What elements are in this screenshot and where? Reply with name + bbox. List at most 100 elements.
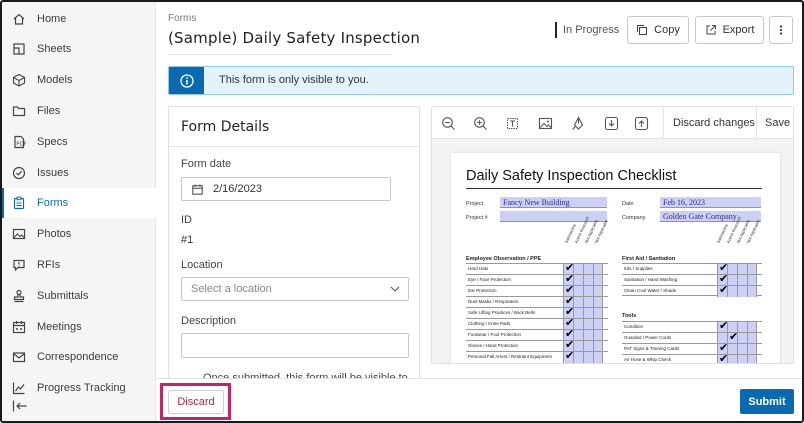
sidebar-item-correspondence[interactable]: Correspondence	[2, 342, 156, 372]
doc-company-label: Company	[622, 215, 646, 221]
checkbox-cell[interactable]	[727, 355, 737, 363]
location-select[interactable]: Select a location	[181, 277, 409, 301]
id-value: #1	[181, 234, 194, 246]
sidebar-item-label: Submittals	[37, 290, 89, 302]
checkbox-cell[interactable]	[747, 355, 757, 363]
save-button[interactable]: Save	[765, 117, 790, 129]
checkbox-cell[interactable]	[737, 355, 747, 363]
doc-date-label: Date	[622, 201, 634, 207]
document-rule	[466, 188, 762, 189]
id-label: ID	[181, 214, 192, 226]
export-button[interactable]: Export	[695, 16, 764, 44]
checkbox-cell[interactable]: ✔	[717, 353, 728, 363]
row-label: Hard Hats	[468, 266, 489, 271]
row-label: Guarded / Power Cords	[624, 335, 672, 340]
discard-changes-button[interactable]: Discard changes	[673, 117, 755, 129]
export-label: Export	[722, 24, 755, 36]
checkbox-cell[interactable]	[737, 286, 747, 297]
sidebar-item-label: Correspondence	[37, 351, 119, 363]
row-label: Clothing / Knee Pads	[468, 321, 511, 326]
table-row: Safe Lifting Practices / Back Belts ✔	[466, 306, 608, 319]
form-date-input[interactable]: 2/16/2023	[181, 177, 391, 201]
copy-button[interactable]: Copy	[627, 16, 689, 44]
description-input[interactable]	[181, 333, 409, 358]
doc-project-label: Project	[466, 201, 484, 207]
sidebar-item-home[interactable]: Home	[2, 4, 156, 34]
table-row: Clean Cool Water / Shade ✔	[622, 284, 762, 297]
zoom-in-icon[interactable]	[468, 111, 492, 135]
sidebar-item-label: Forms	[37, 197, 69, 209]
zoom-out-icon[interactable]	[436, 111, 460, 135]
sidebar-item-models[interactable]: Models	[2, 65, 156, 95]
sidebar-item-photos[interactable]: Photos	[2, 219, 156, 249]
more-options-button[interactable]	[769, 16, 793, 44]
sidebar-item-label: Photos	[37, 228, 72, 240]
chevron-down-icon	[390, 286, 400, 292]
visibility-banner: This form is only visible to you.	[168, 66, 794, 95]
discard-button[interactable]: Discard	[168, 390, 224, 414]
form-date-label: Form date	[181, 158, 232, 170]
row-label: Personal Fall Arrest / Restraint Equipme…	[468, 354, 552, 359]
doc-project-number-field[interactable]	[500, 211, 607, 222]
row-label: Gloves / Hand Protection	[468, 343, 519, 348]
checkbox-cell[interactable]	[727, 286, 737, 297]
sidebar-item-label: Files	[37, 105, 61, 117]
checkbox-cell[interactable]	[583, 352, 593, 363]
upload-icon[interactable]	[629, 111, 653, 135]
table-row: Kits / Supplies ✔	[622, 262, 762, 275]
checkbox-cell[interactable]: ✔	[563, 350, 574, 363]
sidebar-item-label: Issues	[37, 167, 69, 179]
sidebar-item-sheets[interactable]: Sheets	[2, 34, 156, 64]
sidebar-item-specs[interactable]: PDF Specs	[2, 127, 156, 157]
collapse-left-icon[interactable]	[12, 399, 28, 413]
sidebar-item-label: Sheets	[37, 43, 72, 55]
sidebar-item-rfis[interactable]: RFIs	[2, 250, 156, 280]
page-title: (Sample) Daily Safety Inspection	[168, 29, 421, 47]
home-icon	[12, 12, 26, 26]
breadcrumb[interactable]: Forms	[168, 13, 196, 24]
sidebar-item-label: RFIs	[37, 259, 61, 271]
description-label: Description	[181, 315, 237, 327]
table-row: Sanitation / Hand Washing ✔	[622, 273, 762, 286]
table-row: Ear Protection ✔	[466, 284, 608, 297]
doc-date-field[interactable]: Feb 16, 2023	[660, 197, 761, 208]
checkbox-cell[interactable]	[593, 352, 603, 363]
doc-project-number-label: Project #	[466, 215, 488, 221]
photo-icon	[12, 227, 26, 241]
doc-project-field[interactable]: Fancy New Building	[500, 197, 607, 208]
checkbox-cell[interactable]: ✔	[717, 284, 728, 297]
image-icon[interactable]	[533, 111, 557, 135]
download-icon[interactable]	[599, 111, 623, 135]
copy-label: Copy	[654, 24, 680, 36]
table-row: Clothing / Knee Pads ✔	[466, 317, 608, 330]
sidebar-item-submittals[interactable]: Submittals	[2, 281, 156, 311]
table-row: Air Hose & Whip Check ✔	[622, 353, 762, 363]
checkbox-cell[interactable]	[747, 286, 757, 297]
sidebar-item-issues[interactable]: Issues	[2, 158, 156, 188]
sidebar: Home Sheets Models Files PDF Specs Issue…	[2, 2, 156, 421]
sidebar-item-meetings[interactable]: Meetings	[2, 312, 156, 342]
table-row: Hard Hats ✔	[466, 262, 608, 275]
location-label: Location	[181, 259, 223, 271]
sidebar-item-label: Models	[37, 74, 73, 86]
location-placeholder: Select a location	[191, 283, 272, 295]
export-icon	[706, 25, 716, 35]
row-label: Kits / Supplies	[624, 266, 653, 271]
text-box-icon[interactable]	[500, 111, 524, 135]
form-date-value: 2/16/2023	[213, 183, 262, 195]
table-row: Personal Fall Arrest / Restraint Equipme…	[466, 350, 608, 363]
sidebar-item-forms[interactable]: Forms	[2, 188, 156, 218]
submit-button[interactable]: Submit	[740, 389, 794, 414]
checkbox-cell[interactable]	[573, 352, 583, 363]
pdf-viewer: Discard changes Save Daily Safety Inspec…	[431, 106, 794, 364]
sidebar-item-label: Progress Tracking	[37, 382, 126, 394]
table-row: Dust Masks / Respirators ✔	[466, 295, 608, 308]
sidebar-item-files[interactable]: Files	[2, 96, 156, 126]
row-label: Condition	[624, 324, 644, 329]
row-label: Safe Lifting Practices / Back Belts	[468, 310, 536, 315]
row-label: Sanitation / Hand Washing	[624, 277, 678, 282]
cube-icon	[12, 73, 26, 87]
pen-icon[interactable]	[566, 111, 590, 135]
row-label: Ear Protection	[468, 288, 497, 293]
table-row: Guarded / Power Cords ✔	[622, 331, 762, 344]
